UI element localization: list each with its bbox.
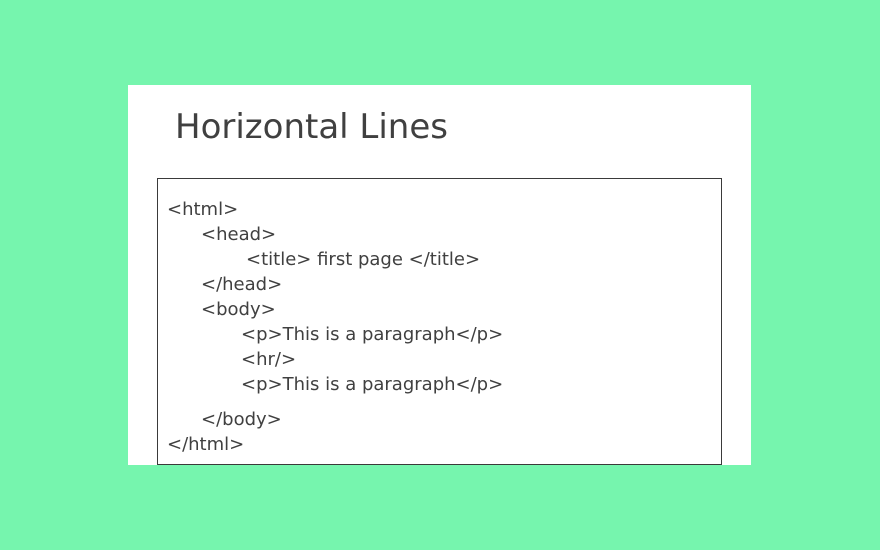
page-background: { "slide": { "title": "Horizontal Lines"… <box>0 0 880 550</box>
code-line-body-open: <body> <box>201 299 276 320</box>
code-line-paragraph: <p>This is a paragraph</p> <box>241 324 504 345</box>
code-line-html-open: <html> <box>167 199 239 220</box>
code-line-head-close: </head> <box>201 274 283 295</box>
code-line-head-open: <head> <box>201 224 277 245</box>
code-line-body-close: </body> <box>201 409 282 430</box>
code-line-html-close: </html> <box>167 434 245 455</box>
code-line-paragraph: <p>This is a paragraph</p> <box>241 374 504 395</box>
code-line-title: <title> first page </title> <box>246 249 481 270</box>
code-line-hr: <hr/> <box>241 349 297 370</box>
slide-title: Horizontal Lines <box>175 107 448 147</box>
code-example-box: <html> <head> <title> first page </title… <box>157 178 722 465</box>
slide-panel: Horizontal Lines <html> <head> <title> f… <box>128 85 751 465</box>
